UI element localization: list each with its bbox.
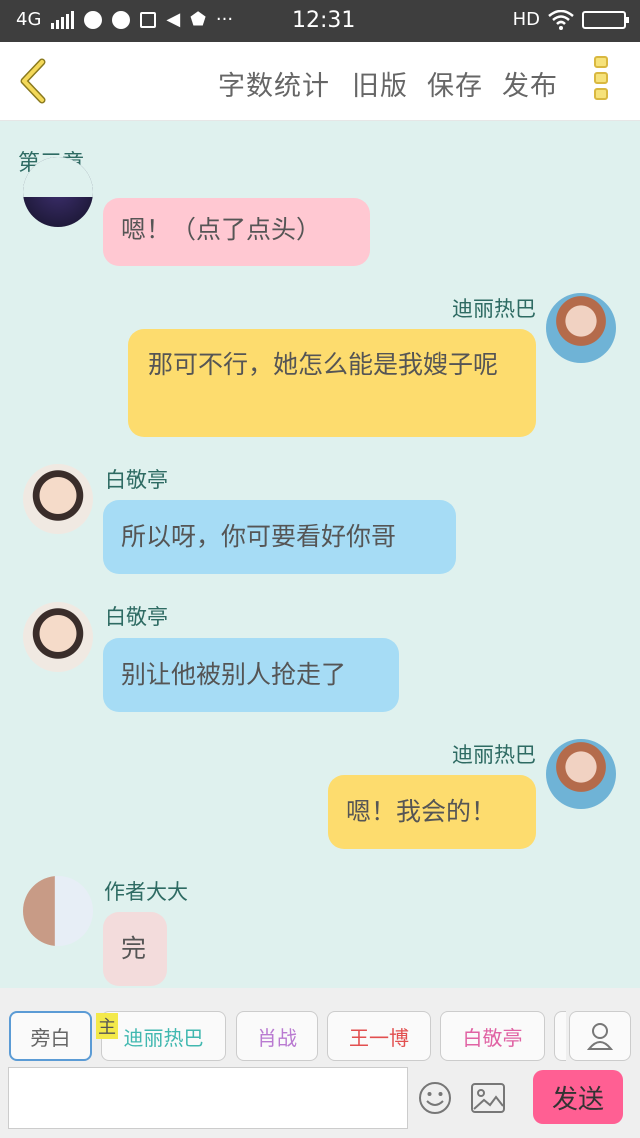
message-input[interactable] [8, 1067, 408, 1129]
avatar[interactable] [546, 293, 616, 363]
message-bubble: 嗯！我会的！ [328, 775, 536, 849]
emoji-icon[interactable] [418, 1081, 452, 1115]
top-toolbar: 字数统计 旧版 保存 发布 [0, 42, 640, 121]
sender-name: 白敬亭 [105, 468, 168, 492]
sender-name: 白敬亭 [105, 605, 168, 629]
role-button-partial[interactable] [554, 1011, 566, 1061]
hd-label: HD [512, 9, 540, 30]
battery-icon [582, 10, 629, 29]
message-bubble: 那可不行，她怎么能是我嫂子呢 [128, 329, 536, 437]
message-bubble: 嗯！（点了点头） [103, 198, 370, 266]
word-count-button[interactable]: 字数统计 [218, 64, 330, 103]
more-vertical-icon[interactable] [594, 56, 612, 108]
role-button-narrator[interactable]: 旁白 [9, 1011, 92, 1061]
sender-name: 迪丽热巴 [452, 743, 536, 767]
network-type: 4G [16, 9, 42, 30]
dots-icon: ··· [215, 9, 234, 30]
role-button-dilireba[interactable]: 迪丽热巴 [101, 1011, 226, 1061]
avatar[interactable] [23, 157, 93, 227]
mute-icon: ◀ [166, 9, 181, 30]
role-button-baijingting[interactable]: 白敬亭 [440, 1011, 545, 1061]
clock: 12:31 [292, 8, 356, 33]
old-version-button[interactable]: 旧版 [352, 64, 408, 103]
status-bar: 4G ◀ ⬟ ··· 12:31 HD [0, 0, 640, 42]
avatar[interactable] [23, 464, 93, 534]
add-role-button[interactable] [569, 1011, 631, 1061]
wechat-icon [112, 10, 131, 29]
s-icon [140, 11, 157, 28]
sender-name: 迪丽热巴 [452, 297, 536, 321]
save-button[interactable]: 保存 [427, 64, 483, 103]
send-button[interactable]: 发送 [533, 1070, 623, 1124]
avatar[interactable] [23, 876, 93, 946]
role-button-xiaozhan[interactable]: 肖战 [236, 1011, 318, 1061]
main-role-badge: 主 [96, 1013, 118, 1039]
app-icon [84, 10, 103, 29]
image-icon[interactable] [470, 1082, 506, 1114]
publish-button[interactable]: 发布 [502, 64, 558, 103]
chevron-left-icon[interactable] [14, 56, 54, 106]
role-button-wangyibo[interactable]: 王一博 [327, 1011, 431, 1061]
person-icon [587, 1023, 613, 1050]
message-bubble: 所以呀，你可要看好你哥 [103, 500, 456, 574]
avatar[interactable] [546, 739, 616, 809]
avatar[interactable] [23, 602, 93, 672]
shield-icon: ⬟ [190, 9, 206, 30]
message-bubble: 别让他被别人抢走了 [103, 638, 399, 712]
signal-icon [51, 10, 75, 29]
sender-name: 作者大大 [104, 880, 188, 904]
message-bubble: 完 [103, 912, 167, 986]
wifi-icon [548, 9, 574, 30]
